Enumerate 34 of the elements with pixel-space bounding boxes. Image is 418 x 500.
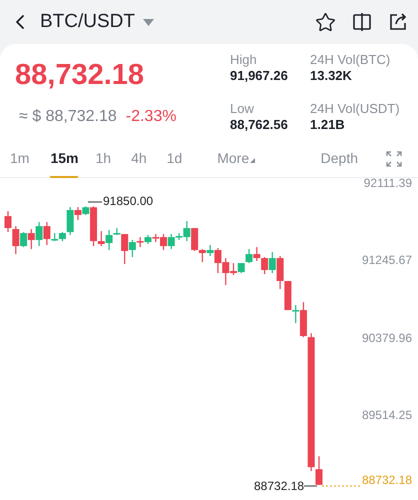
- leader-line: [304, 485, 317, 487]
- depth-tab[interactable]: Depth: [320, 140, 358, 178]
- corner-caret-icon: [250, 158, 256, 162]
- interval-tab[interactable]: 1h: [95, 140, 112, 178]
- axis-label: 89514.25: [362, 408, 412, 422]
- stat-value: 1.21B: [310, 117, 346, 133]
- interval-tab[interactable]: More: [217, 140, 256, 178]
- interval-tab[interactable]: 1d: [166, 140, 182, 178]
- stat-label: 24H Vol(USDT): [310, 101, 401, 117]
- stat-value: 91,967.26: [230, 68, 289, 84]
- axis-label: 90379.96: [362, 330, 412, 345]
- pair-title[interactable]: BTC/USDT: [40, 11, 135, 33]
- high-marker: 91850.00: [103, 194, 154, 208]
- caret-icon[interactable]: [143, 18, 154, 26]
- last-price: 88,732.18: [15, 59, 146, 92]
- stat-label: 24H Vol(BTC): [310, 52, 392, 68]
- leader-line: [88, 201, 102, 203]
- split-view-icon[interactable]: [352, 12, 372, 32]
- interval-tab[interactable]: 1m: [10, 140, 30, 178]
- stat-value: 13.32K: [310, 68, 353, 84]
- current-price-label: 88732.18: [362, 473, 412, 487]
- share-icon[interactable]: [388, 12, 408, 32]
- axis-label: 91245.67: [362, 253, 412, 268]
- interval-tab[interactable]: 15m: [50, 140, 78, 178]
- stat-label: Low: [230, 101, 255, 117]
- usd-price: ≈ $ 88,732.18: [19, 108, 117, 126]
- low-marker: 88732.18: [254, 479, 304, 493]
- fullscreen-icon[interactable]: [386, 150, 402, 166]
- star-icon[interactable]: [315, 12, 336, 32]
- stat-value: 88,762.56: [230, 117, 289, 133]
- interval-tab[interactable]: 4h: [131, 140, 147, 178]
- axis-label: 92111.39: [364, 176, 412, 190]
- price-change: -2.33%: [126, 108, 176, 126]
- stat-label: High: [230, 52, 258, 68]
